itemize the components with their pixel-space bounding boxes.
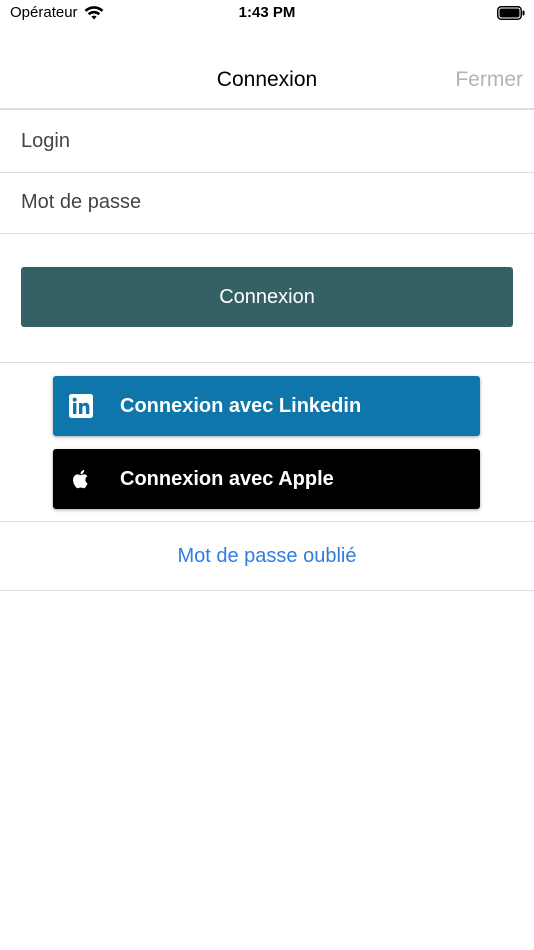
linkedin-login-button[interactable]: Connexion avec Linkedin <box>53 376 480 436</box>
divider <box>0 521 534 522</box>
apple-login-label: Connexion avec Apple <box>120 468 334 490</box>
divider <box>0 590 534 591</box>
linkedin-login-label: Connexion avec Linkedin <box>120 395 362 417</box>
battery-icon <box>497 6 525 20</box>
page-title: Connexion <box>216 68 318 91</box>
login-button[interactable]: Connexion <box>21 267 513 327</box>
divider <box>0 362 534 363</box>
password-input[interactable] <box>21 172 511 232</box>
login-input[interactable] <box>21 111 511 171</box>
close-button[interactable]: Fermer <box>455 68 523 92</box>
status-bar: Opérateur 1:43 PM <box>0 0 534 30</box>
status-time: 1:43 PM <box>238 4 296 21</box>
login-screen: Opérateur 1:43 PM Connexion Fermer Conne… <box>0 0 534 950</box>
navigation-bar: Connexion Fermer <box>0 50 534 110</box>
apple-icon <box>73 469 88 489</box>
password-field-row <box>0 172 534 234</box>
login-button-label: Connexion <box>219 285 315 308</box>
forgot-password-link[interactable]: Mot de passe oublié <box>0 545 534 568</box>
linkedin-icon <box>69 394 93 418</box>
apple-login-button[interactable]: Connexion avec Apple <box>53 449 480 509</box>
login-field-row <box>0 111 534 173</box>
